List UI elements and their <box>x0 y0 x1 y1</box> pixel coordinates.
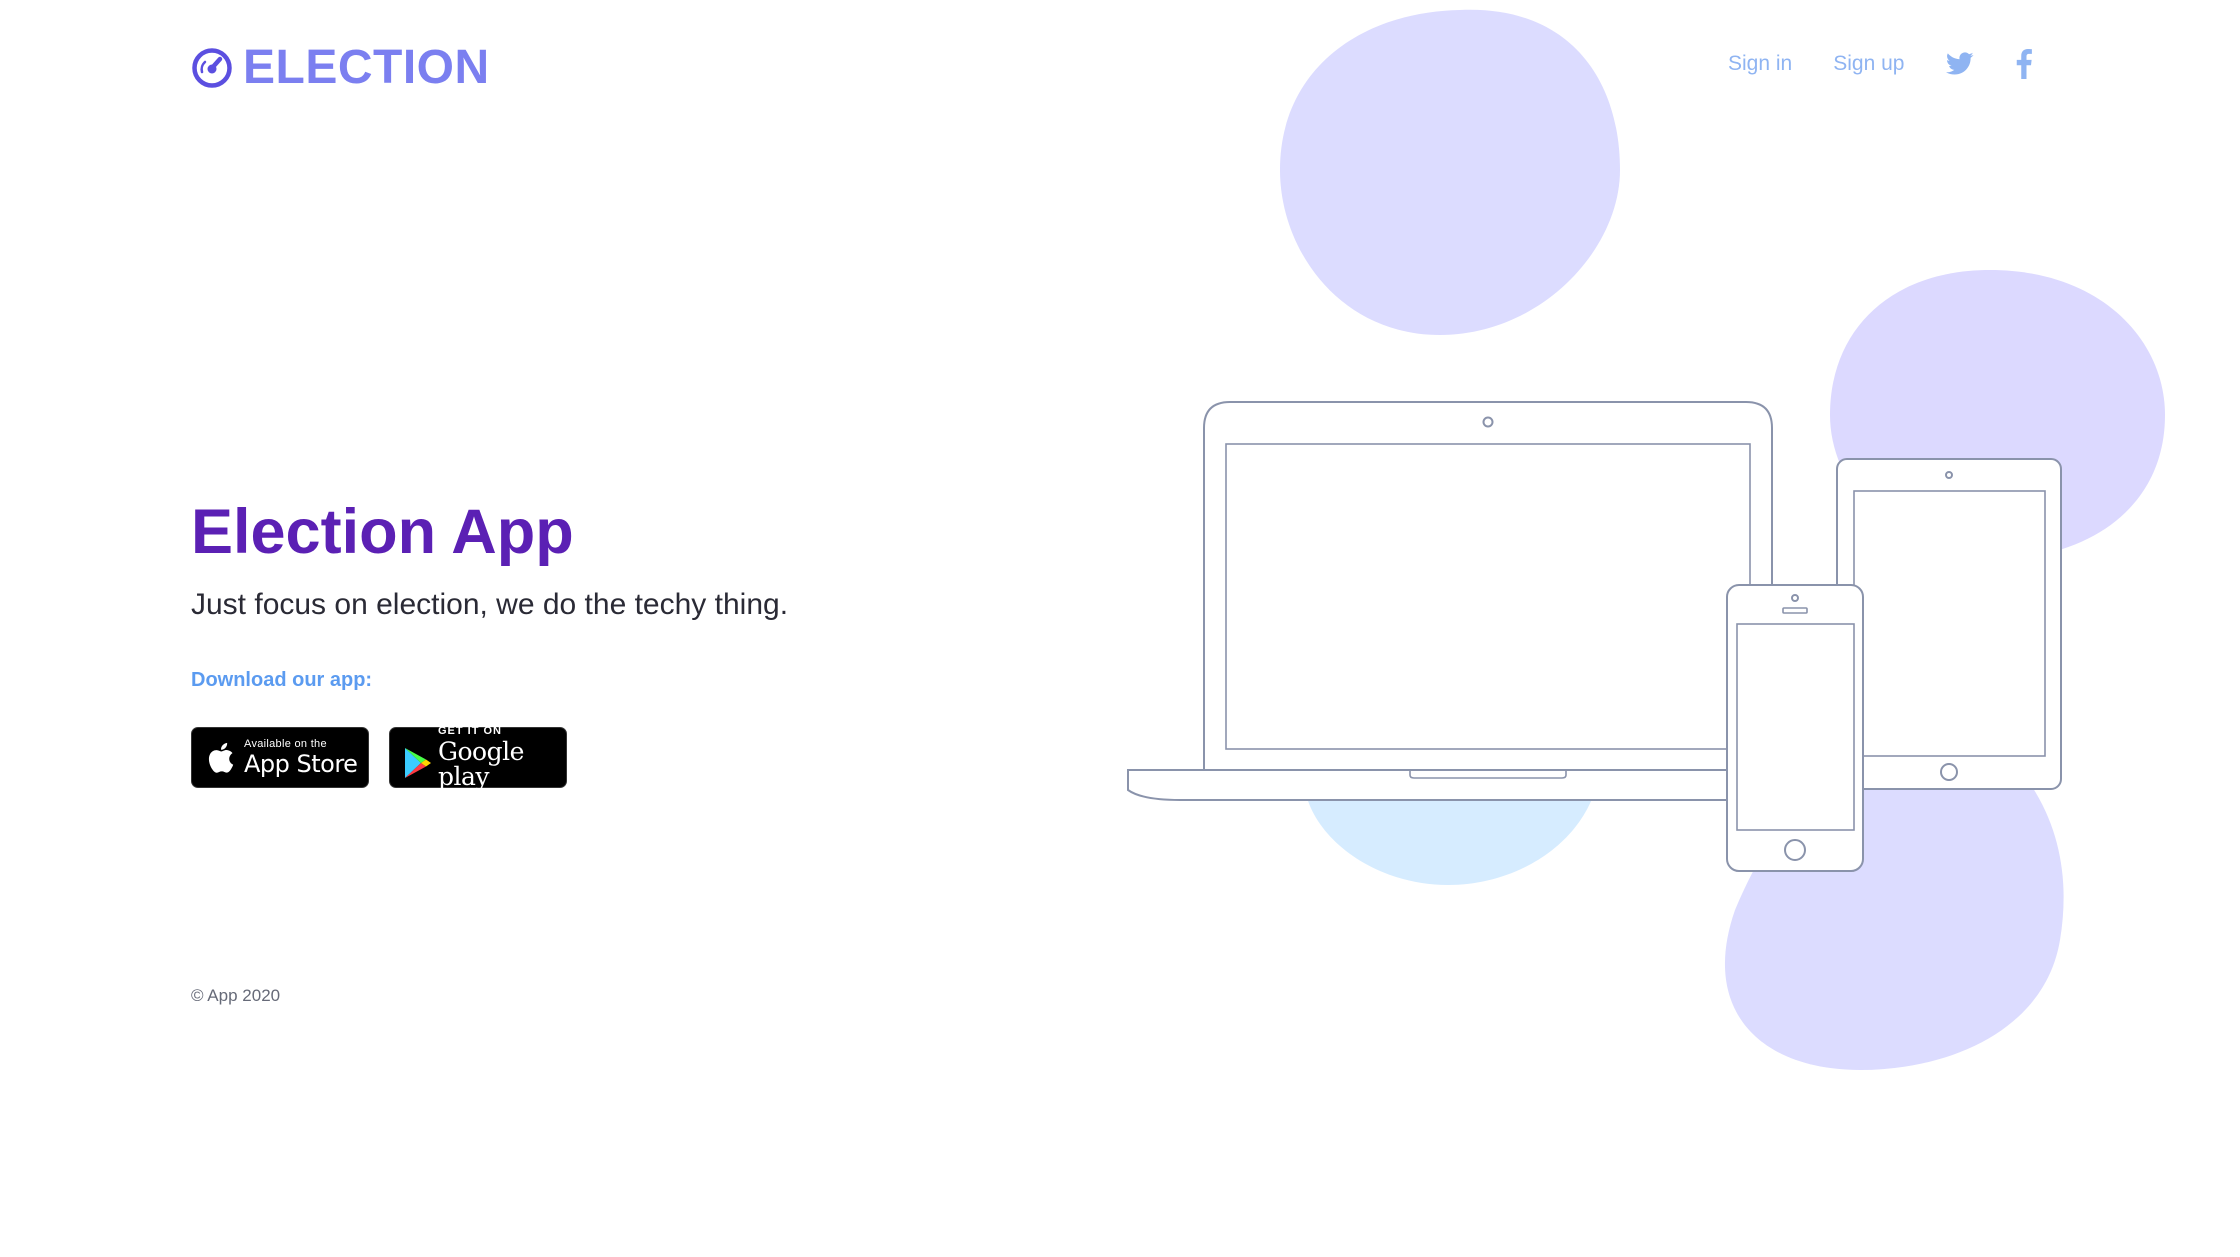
devices-illustration <box>1127 9 2165 1070</box>
app-store-button[interactable]: Available on the App Store <box>191 727 369 788</box>
brand-logo-link[interactable]: ELECTION <box>191 40 490 95</box>
download-label: Download our app: <box>191 669 373 691</box>
brand-name: ELECTION <box>243 41 490 94</box>
hero-title: Election App <box>191 497 574 567</box>
gauge-icon <box>191 47 233 89</box>
copyright: © App 2020 <box>191 986 281 1005</box>
phone-icon <box>1726 584 1864 872</box>
app-store-big-text: App Store <box>244 750 358 778</box>
landing-page: ELECTION Sign in Sign up Election App Ju… <box>0 0 2240 1257</box>
blob-top <box>1280 9 1620 335</box>
app-store-small-text: Available on the <box>244 738 327 750</box>
google-play-button[interactable]: GET IT ON Google play <box>389 725 567 791</box>
google-play-small-text: GET IT ON <box>438 725 502 737</box>
hero-subtitle: Just focus on election, we do the techy … <box>191 588 789 621</box>
tablet-icon <box>1836 458 2062 790</box>
apple-icon <box>206 741 234 775</box>
google-play-icon <box>404 747 432 779</box>
google-play-big-text: Google play <box>438 737 524 791</box>
